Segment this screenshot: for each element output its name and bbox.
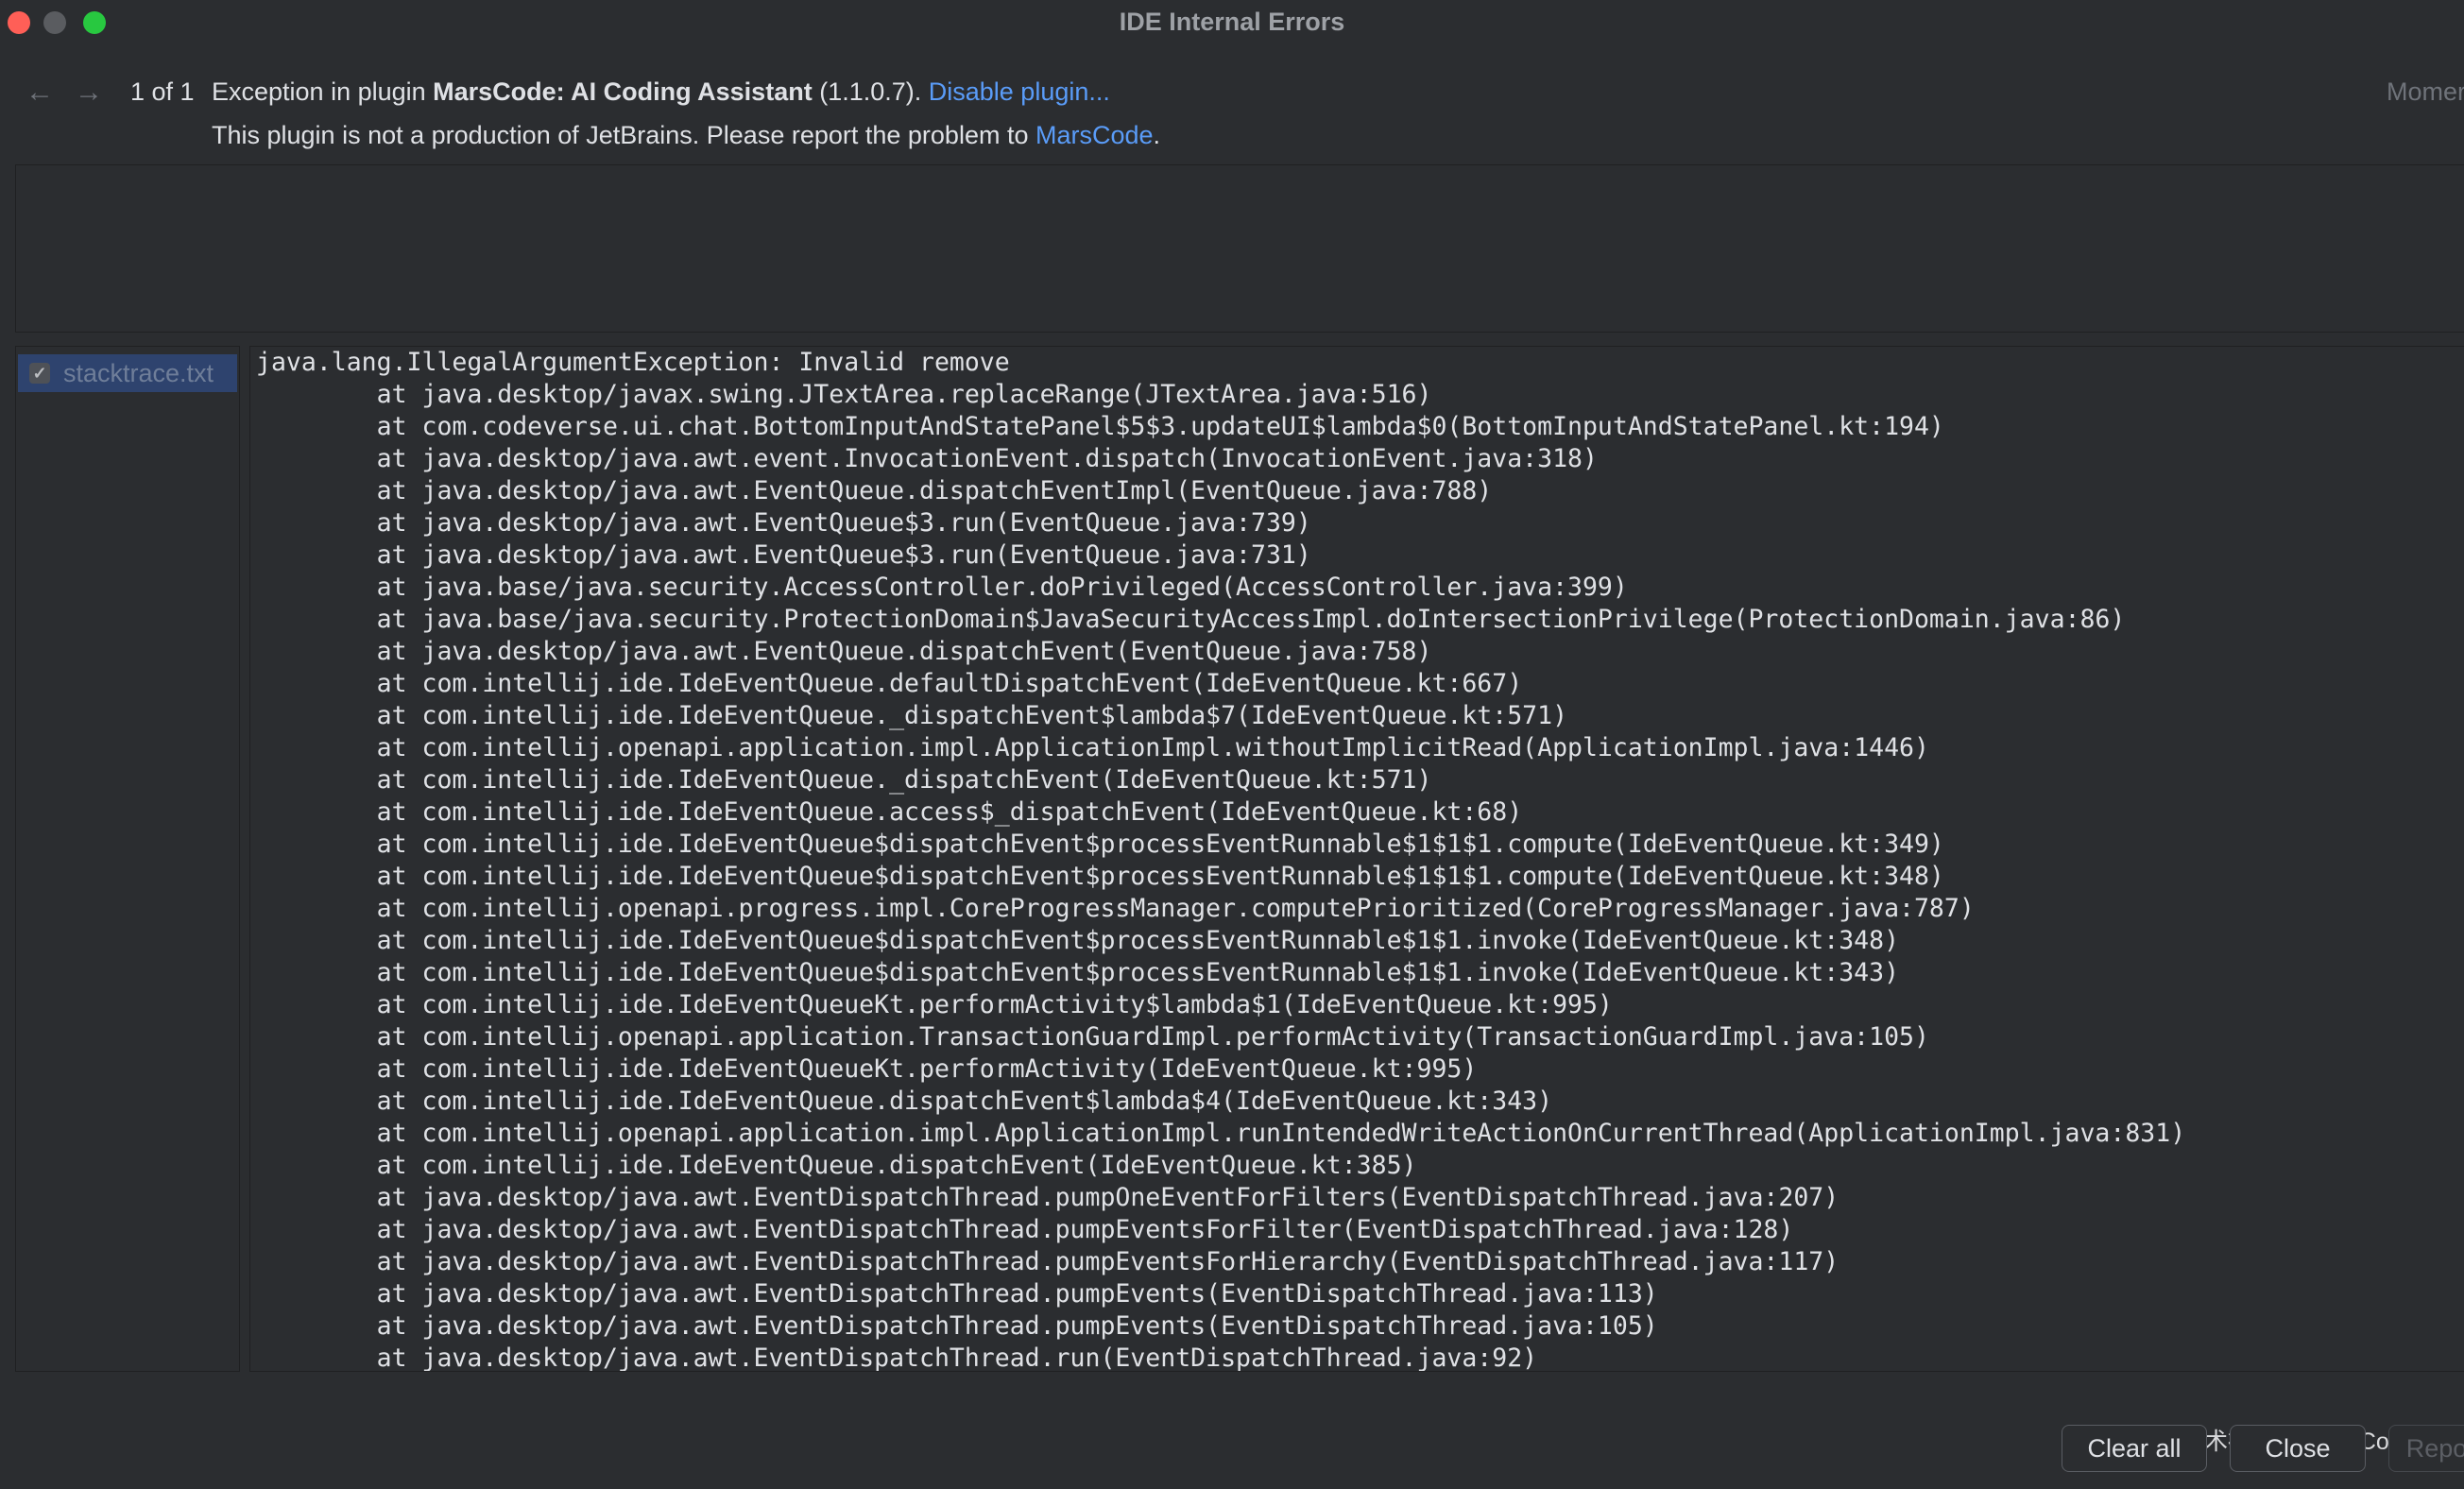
stacktrace-line: at com.intellij.ide.IdeEventQueue$dispat… (256, 926, 1900, 955)
report-button[interactable]: Repo (2388, 1425, 2464, 1472)
stacktrace-line: at com.codeverse.ui.chat.BottomInputAndS… (256, 412, 1944, 441)
stacktrace-line: at java.desktop/java.awt.event.Invocatio… (256, 444, 1598, 473)
stacktrace-line: at com.intellij.ide.IdeEventQueue$dispat… (256, 830, 1944, 859)
stacktrace-line: at com.intellij.ide.IdeEventQueue$dispat… (256, 958, 1900, 987)
stacktrace-line: at java.desktop/java.awt.EventDispatchTh… (256, 1183, 1839, 1212)
stacktrace-view[interactable]: java.lang.IllegalArgumentException: Inva… (249, 346, 2464, 1372)
stacktrace-line: at java.desktop/javax.swing.JTextArea.re… (256, 380, 1432, 409)
stacktrace-line: at com.intellij.ide.IdeEventQueue.dispat… (256, 1151, 1417, 1180)
window-title: IDE Internal Errors (1119, 8, 1345, 36)
stacktrace-line: at com.intellij.ide.IdeEventQueue$dispat… (256, 862, 1944, 891)
stacktrace-line: at java.desktop/java.awt.EventDispatchTh… (256, 1311, 1658, 1341)
stacktrace-line: at com.intellij.ide.IdeEventQueue.defaul… (256, 669, 1523, 698)
plugin-notice-text: This plugin is not a production of JetBr… (212, 121, 1035, 149)
close-button[interactable]: Close (2230, 1425, 2366, 1472)
plugin-version: (1.1.0.7). (812, 77, 929, 106)
stacktrace-line: at com.intellij.ide.IdeEventQueue._dispa… (256, 701, 1568, 730)
stacktrace-line: at com.intellij.openapi.application.Tran… (256, 1022, 1929, 1052)
attachment-label: stacktrace.txt (63, 358, 214, 387)
stacktrace-line: at java.desktop/java.awt.EventDispatchTh… (256, 1215, 1794, 1244)
plugin-name: MarsCode: AI Coding Assistant (433, 77, 813, 106)
stacktrace-line: at java.base/java.security.AccessControl… (256, 573, 1628, 602)
previous-error-arrow-icon[interactable]: ← (21, 76, 59, 110)
error-message-prefix: Exception in plugin (212, 77, 434, 106)
timestamp-label: Momer (2387, 77, 2464, 106)
stacktrace-line: at java.desktop/java.awt.EventQueue.disp… (256, 637, 1432, 666)
attachments-list: ✓ stacktrace.txt (15, 346, 240, 1372)
stacktrace-line: at java.desktop/java.awt.EventQueue$3.ru… (256, 508, 1311, 538)
stacktrace-line: at com.intellij.openapi.application.impl… (256, 1119, 2186, 1148)
plugin-notice: This plugin is not a production of JetBr… (212, 121, 1160, 150)
stacktrace-text: java.lang.IllegalArgumentException: Inva… (250, 347, 2186, 1372)
clear-all-button[interactable]: Clear all (2062, 1425, 2207, 1472)
error-header: ← → 1 of 1 Exception in plugin MarsCode:… (0, 72, 2464, 113)
title-bar: IDE Internal Errors (0, 0, 2464, 43)
stacktrace-line: at java.desktop/java.awt.EventQueue$3.ru… (256, 540, 1311, 570)
stacktrace-line: at com.intellij.ide.IdeEventQueue.access… (256, 797, 1523, 827)
stacktrace-line: at com.intellij.ide.IdeEventQueueKt.perf… (256, 1054, 1478, 1084)
report-to-marscode-link[interactable]: MarsCode (1035, 121, 1154, 149)
stacktrace-line: at java.base/java.security.ProtectionDom… (256, 605, 2126, 634)
stacktrace-line: at com.intellij.ide.IdeEventQueueKt.perf… (256, 990, 1613, 1019)
stacktrace-line: at com.intellij.ide.IdeEventQueue.dispat… (256, 1087, 1553, 1116)
stacktrace-line: at com.intellij.openapi.application.impl… (256, 733, 1929, 762)
error-message: Exception in plugin MarsCode: AI Coding … (212, 77, 1110, 107)
attachment-item-stacktrace[interactable]: ✓ stacktrace.txt (18, 354, 237, 392)
stacktrace-line: at java.desktop/java.awt.EventDispatchTh… (256, 1279, 1658, 1309)
error-counter: 1 of 1 (130, 77, 195, 106)
stacktrace-line: at java.desktop/java.awt.EventQueue.disp… (256, 476, 1493, 505)
attachment-checkbox[interactable]: ✓ (29, 363, 50, 384)
stacktrace-line: at com.intellij.ide.IdeEventQueue._dispa… (256, 765, 1432, 795)
stacktrace-line: at java.desktop/java.awt.EventDispatchTh… (256, 1344, 1538, 1372)
stacktrace-line: at com.intellij.openapi.progress.impl.Co… (256, 894, 1975, 923)
stacktrace-line: java.lang.IllegalArgumentException: Inva… (256, 348, 1010, 377)
disable-plugin-link[interactable]: Disable plugin... (929, 77, 1110, 106)
plugin-notice-suffix: . (1153, 121, 1161, 149)
comment-textarea[interactable] (15, 164, 2464, 333)
stacktrace-line: at java.desktop/java.awt.EventDispatchTh… (256, 1247, 1839, 1276)
next-error-arrow-icon[interactable]: → (70, 76, 108, 110)
